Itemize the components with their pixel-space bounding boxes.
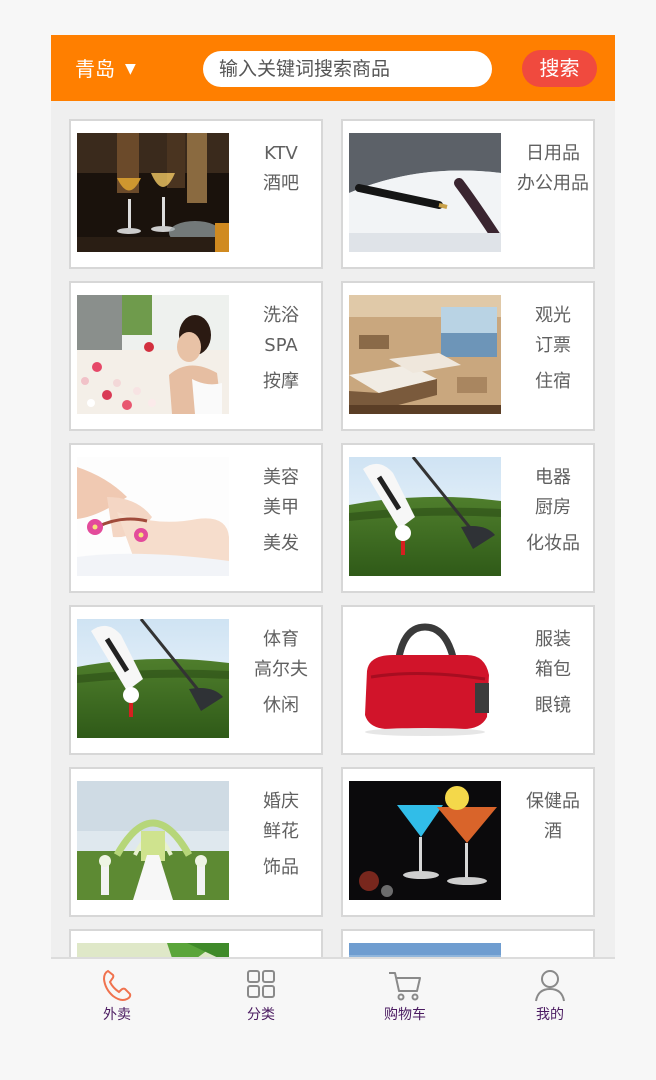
- category-card-travel[interactable]: 观光 订票 住宿: [341, 281, 595, 431]
- category-label: 休闲: [263, 695, 299, 716]
- category-label: 保健品: [526, 791, 580, 812]
- red-duffel-bag-photo: [349, 619, 501, 738]
- category-label: KTV: [264, 143, 298, 164]
- spa-flower-bath-photo: [77, 295, 229, 414]
- category-labels: 洗浴 SPA 按摩: [237, 301, 325, 397]
- fountain-pen-photo: [349, 133, 501, 252]
- category-card-ktv-bar[interactable]: KTV 酒吧: [69, 119, 323, 269]
- user-icon: [535, 970, 565, 1002]
- category-label: 住宿: [535, 371, 571, 392]
- category-card-daily-goods[interactable]: 日用品 办公用品: [341, 119, 595, 269]
- top-bar: 青岛 ▼ 搜索: [51, 35, 615, 101]
- bottom-tab-bar: 外卖 分类 购物车 我的: [51, 957, 615, 1035]
- category-card-wedding[interactable]: 婚庆 鲜花 饰品: [69, 767, 323, 917]
- tab-label: 外卖: [103, 1007, 131, 1023]
- tab-label: 购物车: [384, 1007, 426, 1023]
- category-label: 订票: [535, 335, 571, 356]
- category-label: 酒: [544, 821, 562, 842]
- hotel-room-photo: [349, 295, 501, 414]
- golf-ball-tee-photo: [77, 619, 229, 738]
- category-label: 婚庆: [263, 791, 299, 812]
- category-labels: 保健品 酒: [509, 787, 597, 847]
- phone-screen: 青岛 ▼ 搜索: [51, 35, 615, 1035]
- wedding-arch-photo: [77, 781, 229, 900]
- category-labels: 美容 美甲 美发: [237, 463, 325, 559]
- search-input[interactable]: [203, 51, 492, 87]
- category-card-sports[interactable]: 体育 高尔夫 休闲: [69, 605, 323, 755]
- category-label: 化妆品: [526, 533, 580, 554]
- facial-massage-photo: [77, 457, 229, 576]
- category-label: 电器: [535, 467, 571, 488]
- cocktail-glasses-photo: [349, 781, 501, 900]
- city-selector[interactable]: 青岛: [75, 56, 115, 82]
- wine-glasses-bar-photo: [77, 133, 229, 252]
- cart-icon: [389, 972, 421, 1001]
- category-label: 鲜花: [263, 821, 299, 842]
- category-label: 眼镜: [535, 695, 571, 716]
- tab-takeout[interactable]: 外卖: [57, 967, 177, 1035]
- category-label: 日用品: [526, 143, 580, 164]
- category-labels: KTV 酒吧: [237, 139, 325, 199]
- category-label: 箱包: [535, 659, 571, 680]
- category-card-spa[interactable]: 洗浴 SPA 按摩: [69, 281, 323, 431]
- category-label: 酒吧: [263, 173, 299, 194]
- search-button[interactable]: 搜索: [522, 50, 597, 87]
- category-labels: 服装 箱包 眼镜: [509, 625, 597, 721]
- tab-cart[interactable]: 购物车: [345, 967, 465, 1035]
- tab-label: 分类: [247, 1007, 275, 1023]
- category-label: 服装: [535, 629, 571, 650]
- category-label: 按摩: [263, 371, 299, 392]
- golf-ball-tee-photo: [349, 457, 501, 576]
- category-card-appliances[interactable]: 电器 厨房 化妆品: [341, 443, 595, 593]
- category-label: 美发: [263, 533, 299, 554]
- category-label: 饰品: [263, 857, 299, 878]
- category-labels: 体育 高尔夫 休闲: [237, 625, 325, 721]
- category-label: 观光: [535, 305, 571, 326]
- category-label: 洗浴: [263, 305, 299, 326]
- category-card-beauty[interactable]: 美容 美甲 美发: [69, 443, 323, 593]
- category-labels: 观光 订票 住宿: [509, 301, 597, 397]
- caret-down-icon[interactable]: ▼: [125, 59, 136, 79]
- category-labels: 电器 厨房 化妆品: [509, 463, 597, 559]
- category-label: 办公用品: [517, 173, 589, 194]
- category-label: 美容: [263, 467, 299, 488]
- tab-category[interactable]: 分类: [201, 967, 321, 1035]
- category-labels: 婚庆 鲜花 饰品: [237, 787, 325, 883]
- category-card-clothing[interactable]: 服装 箱包 眼镜: [341, 605, 595, 755]
- phone-icon: [102, 969, 132, 1001]
- category-label: 体育: [263, 629, 299, 650]
- category-label: 美甲: [263, 497, 299, 518]
- tab-label: 我的: [536, 1007, 564, 1023]
- grid-icon: [247, 970, 275, 998]
- category-card-health[interactable]: 保健品 酒: [341, 767, 595, 917]
- tab-profile[interactable]: 我的: [490, 967, 610, 1035]
- category-label: SPA: [264, 335, 298, 356]
- category-labels: 日用品 办公用品: [509, 139, 597, 199]
- category-label: 厨房: [535, 497, 571, 518]
- category-label: 高尔夫: [254, 659, 308, 680]
